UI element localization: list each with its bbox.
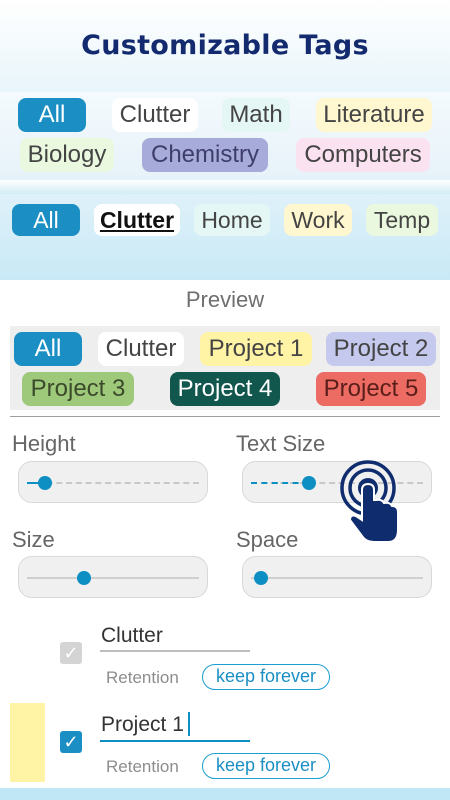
- preview-area: All Clutter Project 1 Project 2 Project …: [10, 326, 440, 410]
- divider: [10, 416, 440, 417]
- check-icon: ✓: [63, 732, 79, 752]
- tag-color-swatch[interactable]: [10, 703, 45, 782]
- tag-tab-bar: All Clutter Home Work Temp: [0, 194, 450, 280]
- retention-button[interactable]: keep forever: [202, 753, 330, 779]
- retention-label: Retention: [106, 757, 179, 776]
- size-slider[interactable]: [18, 556, 208, 598]
- tag-name-field[interactable]: Clutter: [101, 624, 163, 648]
- bottom-bar: [0, 788, 450, 800]
- retention-button[interactable]: keep forever: [202, 664, 330, 690]
- chip-all[interactable]: All: [18, 98, 86, 132]
- space-slider-thumb[interactable]: [254, 571, 268, 585]
- text-size-slider-thumb[interactable]: [302, 476, 316, 490]
- height-slider-thumb[interactable]: [38, 476, 52, 490]
- chip-biology[interactable]: Biology: [20, 138, 114, 172]
- text-size-label: Text Size: [236, 431, 326, 456]
- section-separator: [0, 180, 450, 194]
- size-slider-thumb[interactable]: [77, 571, 91, 585]
- preview-label: Preview: [185, 287, 265, 312]
- size-slider-track: [27, 577, 199, 579]
- retention-label: Retention: [106, 668, 179, 687]
- height-slider[interactable]: [18, 461, 208, 503]
- preview-chip-project-5: Project 5: [316, 372, 426, 406]
- size-label: Size: [12, 527, 55, 552]
- height-label: Height: [12, 431, 76, 456]
- tap-hand-icon: [340, 460, 399, 543]
- chip-chemistry[interactable]: Chemistry: [142, 138, 268, 172]
- chip-literature[interactable]: Literature: [316, 98, 432, 132]
- tab-home[interactable]: Home: [194, 204, 270, 236]
- preview-chip-project-2: Project 2: [326, 332, 436, 366]
- tag-name-field[interactable]: Project 1: [101, 713, 184, 737]
- height-slider-track: [27, 482, 199, 484]
- project-1-checkbox[interactable]: ✓: [60, 731, 82, 753]
- page-title: Customizable Tags: [81, 30, 369, 61]
- tag-name-underline: [100, 650, 250, 652]
- preview-chip-project-3: Project 3: [22, 372, 134, 406]
- tab-all[interactable]: All: [12, 204, 80, 236]
- preview-chip-project-1: Project 1: [200, 332, 312, 366]
- tag-name-underline: [100, 740, 250, 742]
- text-cursor: [188, 712, 190, 736]
- check-icon: ✓: [63, 643, 79, 663]
- tab-work[interactable]: Work: [284, 204, 352, 236]
- tab-temp[interactable]: Temp: [366, 204, 438, 236]
- space-label: Space: [236, 527, 299, 552]
- clutter-checkbox[interactable]: ✓: [60, 642, 82, 664]
- preview-chip-all: All: [14, 332, 82, 366]
- chip-clutter[interactable]: Clutter: [112, 98, 198, 132]
- space-slider[interactable]: [242, 556, 432, 598]
- chip-math[interactable]: Math: [222, 98, 290, 132]
- preview-chip-project-4: Project 4: [170, 372, 280, 406]
- preview-chip-clutter: Clutter: [98, 332, 184, 366]
- space-slider-track: [251, 577, 423, 579]
- tab-clutter[interactable]: Clutter: [94, 204, 180, 236]
- chip-computers[interactable]: Computers: [296, 138, 430, 172]
- text-size-slider-fill: [251, 482, 309, 484]
- tag-chip-panel: All Clutter Math Literature Biology Chem…: [0, 92, 450, 180]
